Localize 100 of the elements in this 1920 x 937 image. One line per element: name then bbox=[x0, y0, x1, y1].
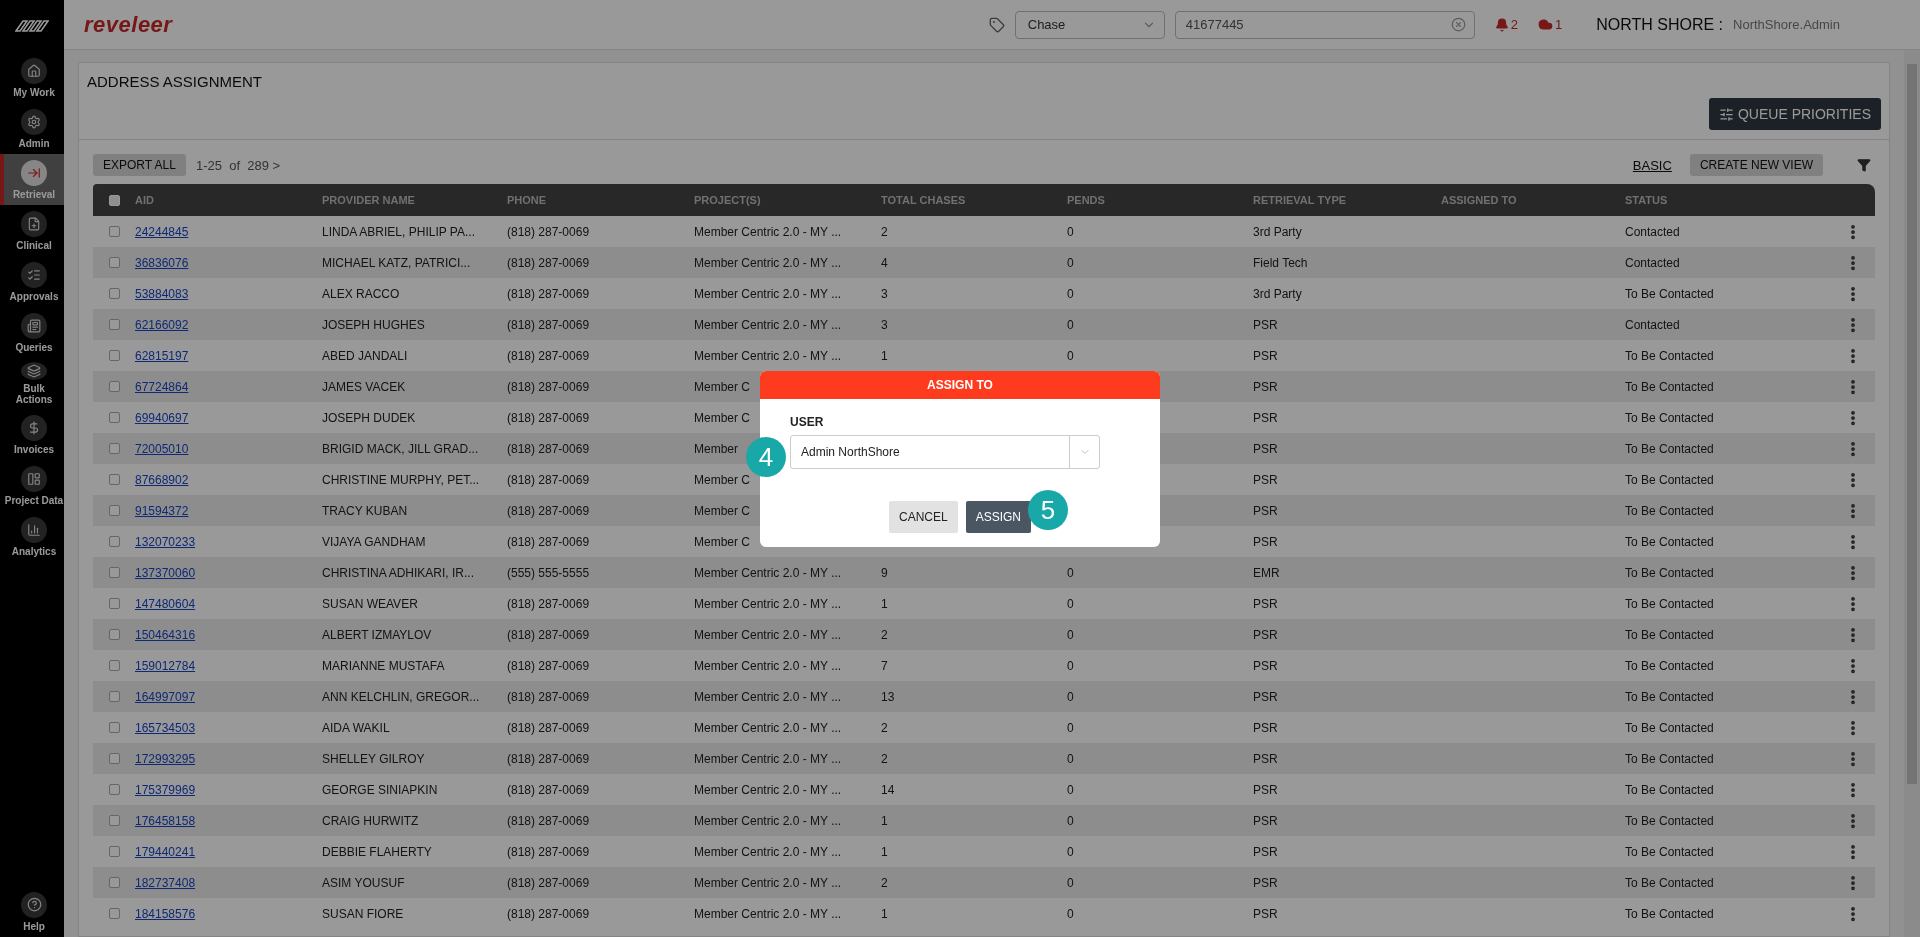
checkbox[interactable] bbox=[108, 412, 120, 423]
pagination[interactable]: 1-25 of 289 > bbox=[195, 157, 281, 173]
export-button[interactable]: EXPORT ALL bbox=[93, 154, 186, 176]
checkbox[interactable] bbox=[108, 908, 120, 919]
table-cell: PSR bbox=[1253, 751, 1278, 766]
table-cell: (818) 287-0069 bbox=[507, 441, 590, 456]
table-cell: (818) 287-0069 bbox=[507, 627, 590, 642]
list-icon bbox=[21, 261, 47, 288]
checkbox[interactable] bbox=[108, 319, 120, 330]
queue-priorities-button[interactable]: QUEUE PRIORITIES bbox=[1708, 98, 1881, 130]
nav-item[interactable]: Approvals bbox=[0, 256, 64, 307]
sliders-icon bbox=[1718, 106, 1734, 122]
cancel-button[interactable]: CANCEL bbox=[888, 501, 958, 533]
aid-link[interactable]: 24244845 bbox=[135, 224, 189, 239]
checkbox[interactable] bbox=[108, 722, 120, 733]
checkbox[interactable] bbox=[108, 598, 120, 609]
nav-item[interactable]: Project Data bbox=[0, 460, 64, 511]
search-field[interactable]: 41677445 bbox=[1174, 10, 1475, 39]
table-cell: Member Centric 2.0 - MY ... bbox=[694, 751, 842, 766]
table-cell: LINDA ABRIEL, PHILIP PA... bbox=[322, 224, 475, 239]
aid-link[interactable]: 175379969 bbox=[135, 782, 196, 797]
aid-link[interactable]: 176458158 bbox=[135, 813, 196, 828]
cloud-alerts-button[interactable]: 1 bbox=[1538, 17, 1563, 32]
table-cell: 1 bbox=[881, 844, 888, 859]
aid-link[interactable]: 172993295 bbox=[135, 751, 196, 766]
checkbox[interactable] bbox=[108, 815, 120, 826]
help-button[interactable]: Help bbox=[0, 886, 64, 937]
alerts-button[interactable]: 2 bbox=[1494, 17, 1518, 32]
column-header: RETRIEVAL TYPE bbox=[1253, 194, 1348, 206]
aid-link[interactable]: 159012784 bbox=[135, 658, 196, 673]
table-cell: 13 bbox=[881, 689, 895, 704]
aid-link[interactable]: 164997097 bbox=[135, 689, 196, 704]
checkbox[interactable] bbox=[108, 288, 120, 299]
user-select[interactable]: Admin NorthShore bbox=[790, 435, 1100, 469]
nav-item[interactable]: Invoices bbox=[0, 409, 64, 460]
aid-link[interactable]: 53884083 bbox=[135, 286, 189, 301]
table-cell: Member Centric 2.0 - MY ... bbox=[694, 782, 842, 797]
checkbox[interactable] bbox=[108, 877, 120, 888]
aid-link[interactable]: 165734503 bbox=[135, 720, 196, 735]
nav-item[interactable]: Retrieval bbox=[0, 154, 64, 205]
nav-item[interactable]: Clinical bbox=[0, 205, 64, 256]
table-cell: 1 bbox=[881, 348, 888, 363]
aid-link[interactable]: 72005010 bbox=[135, 441, 189, 456]
assign-button[interactable]: ASSIGN bbox=[965, 501, 1031, 533]
checkbox[interactable] bbox=[108, 350, 120, 361]
checkbox[interactable] bbox=[108, 226, 120, 237]
checkbox[interactable] bbox=[108, 691, 120, 702]
aid-link[interactable]: 62166092 bbox=[135, 317, 189, 332]
table-cell: To Be Contacted bbox=[1625, 534, 1714, 549]
table-cell: 0 bbox=[1067, 317, 1074, 332]
table-cell: 1 bbox=[881, 596, 888, 611]
table-cell: Contacted bbox=[1625, 224, 1680, 239]
aid-link[interactable]: 184158576 bbox=[135, 906, 196, 921]
aid-link[interactable]: 137370060 bbox=[135, 565, 196, 580]
table-cell: Field Tech bbox=[1253, 255, 1308, 270]
checkbox[interactable] bbox=[108, 474, 120, 485]
table-cell: To Be Contacted bbox=[1625, 627, 1714, 642]
aid-link[interactable]: 67724864 bbox=[135, 379, 189, 394]
table-cell: 0 bbox=[1067, 844, 1074, 859]
aid-link[interactable]: 36836076 bbox=[135, 255, 189, 270]
aid-link[interactable]: 150464316 bbox=[135, 627, 196, 642]
nav-item[interactable]: My Work bbox=[0, 52, 64, 103]
table-cell: 3 bbox=[881, 317, 888, 332]
checkbox[interactable] bbox=[108, 567, 120, 578]
search-type-select[interactable]: Chase bbox=[1014, 10, 1165, 39]
table-cell: To Be Contacted bbox=[1625, 596, 1714, 611]
aid-link[interactable]: 182737408 bbox=[135, 875, 196, 890]
nav-item[interactable]: Bulk Actions bbox=[0, 358, 64, 409]
nav-item[interactable]: Admin bbox=[0, 103, 64, 154]
table-cell: 2 bbox=[881, 751, 888, 766]
checkbox[interactable] bbox=[108, 660, 120, 671]
table-cell: (818) 287-0069 bbox=[507, 255, 590, 270]
aid-link[interactable]: 147480604 bbox=[135, 596, 196, 611]
aid-link[interactable]: 132070233 bbox=[135, 534, 196, 549]
dialog-title: ASSIGN TO bbox=[760, 371, 1160, 399]
checkbox[interactable] bbox=[108, 536, 120, 547]
checkbox[interactable] bbox=[108, 629, 120, 640]
nav-item[interactable]: Analytics bbox=[0, 511, 64, 562]
checkbox[interactable] bbox=[108, 753, 120, 764]
checkbox[interactable] bbox=[108, 443, 120, 454]
aid-link[interactable]: 179440241 bbox=[135, 844, 196, 859]
aid-link[interactable]: 69940697 bbox=[135, 410, 189, 425]
table-cell: AIDA WAKIL bbox=[322, 720, 390, 735]
table-cell: To Be Contacted bbox=[1625, 813, 1714, 828]
checkbox[interactable] bbox=[108, 381, 120, 392]
checkbox[interactable] bbox=[108, 257, 120, 268]
table-cell: To Be Contacted bbox=[1625, 906, 1714, 921]
checkbox[interactable] bbox=[108, 846, 120, 857]
create-view-button[interactable]: CREATE NEW VIEW bbox=[1689, 154, 1823, 176]
view-link[interactable]: BASIC bbox=[1632, 157, 1672, 173]
checkbox[interactable] bbox=[108, 784, 120, 795]
table-cell: Member Centric 2.0 - MY ... bbox=[694, 720, 842, 735]
aid-link[interactable]: 91594372 bbox=[135, 503, 189, 518]
table-cell: ANN KELCHLIN, GREGOR... bbox=[322, 689, 480, 704]
nav-item[interactable]: Queries bbox=[0, 307, 64, 358]
aid-link[interactable]: 87668902 bbox=[135, 472, 189, 487]
checkbox[interactable] bbox=[108, 505, 120, 516]
table-cell: JAMES VACEK bbox=[322, 379, 406, 394]
aid-link[interactable]: 62815197 bbox=[135, 348, 189, 363]
filter-icon[interactable] bbox=[1857, 158, 1871, 172]
